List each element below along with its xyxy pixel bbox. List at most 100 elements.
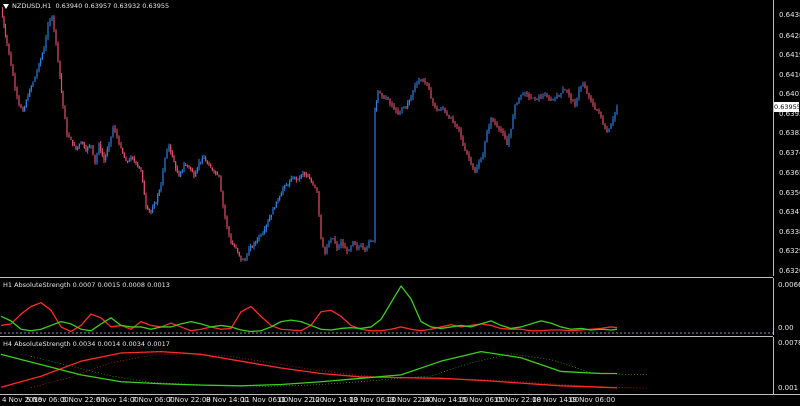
candle-body [354,241,356,245]
h1-strength-panel[interactable]: H1 AbsoluteStrength 0.0007 0.0015 0.0008… [0,279,773,335]
candle-body [3,17,5,27]
candle-body [422,79,424,81]
candle-body [183,164,185,170]
candle-body [100,143,102,152]
candle-body [41,53,43,60]
candle-body [101,151,103,156]
candle-body [558,95,560,97]
main-chart-panel[interactable]: NZDUSD,H1 0.63940 0.63957 0.63932 0.6395… [0,0,773,276]
candle-body [346,248,348,252]
panel-separator[interactable] [0,336,773,337]
candle-body [482,154,484,160]
price-axis-label: 0.63835 [779,129,800,138]
candle-body [57,42,59,61]
candle-body [387,97,389,100]
candle-body [280,192,282,197]
candle-body [576,98,578,106]
candle-body [500,128,502,132]
candle-body [53,16,55,30]
h1-strength-chart [0,285,773,334]
candle-body [488,126,490,132]
candle-body [255,241,257,244]
candle-body [22,107,24,112]
panel-separator[interactable] [0,277,773,278]
candle-body [332,238,334,240]
candle-body [358,246,360,249]
candle-body [36,70,38,77]
candle-body [430,89,432,99]
candle-body [536,98,538,100]
candle-body [466,150,468,155]
candle-body [103,155,105,161]
candle-body [472,163,474,169]
candle-body [305,174,307,176]
candle-body [125,157,127,162]
candle-body [242,259,244,261]
candle-body [309,177,311,179]
candle-body [128,160,130,162]
candle-body [324,246,326,254]
candle-body [530,96,532,98]
candle-body [55,29,57,43]
current-price-tag: 0.63955 [774,102,800,113]
candle-body [4,26,7,36]
candle-body [490,118,492,127]
candle-body [389,99,391,104]
candle-body [43,48,45,54]
candle-body [438,109,440,111]
candle-body [16,87,18,97]
candle-body [512,116,514,129]
candle-body [216,172,218,175]
candle-body [498,126,500,129]
price-axis-label: 0.63745 [779,148,800,157]
h4-green-line [0,350,617,387]
candle-body [568,90,570,95]
candle-body [550,99,552,101]
candle-body [277,199,279,202]
candle-body [138,165,140,169]
candle-body [269,217,271,222]
candle-body [267,221,269,226]
candle-body [592,101,594,106]
candle-body [8,43,10,54]
candle-body [289,181,291,185]
candle-body [32,81,34,87]
candle-body [356,244,358,249]
candle-body [478,162,480,168]
candle-body [90,145,92,147]
candle-body [164,157,166,171]
candle-body [391,103,393,106]
candle-body [92,145,94,155]
candle-body [510,128,512,137]
candle-body [295,177,297,180]
candle-body [18,96,20,105]
candle-body [215,172,217,174]
candle-body [228,226,230,235]
candle-body [59,60,61,76]
candle-body [210,165,212,168]
price-axis-label: 0.63380 [779,227,800,236]
candle-body [407,102,409,108]
candle-body [220,176,222,192]
price-axis-label: 0.64015 [779,90,800,99]
candle-body [566,90,568,92]
candle-body [25,100,27,107]
time-axis-label: 19 Nov 06:00 [568,396,616,404]
candle-body [137,163,139,166]
candle-body [180,172,182,177]
candle-body [528,94,530,97]
candle-body [24,106,26,112]
candle-body [534,97,536,99]
candle-body [157,194,159,203]
candle-body [299,177,301,179]
candle-body [470,157,472,164]
candle-body [287,184,289,186]
candle-body [116,131,118,137]
h4-red-signal [30,353,648,389]
h4-strength-panel[interactable]: H4 AbsoluteStrength 0.0034 0.0014 0.0034… [0,338,773,394]
candle-body [408,99,410,103]
candle-body [468,154,470,158]
candle-body [108,143,110,150]
candle-body [70,137,72,140]
candle-body [342,241,344,246]
